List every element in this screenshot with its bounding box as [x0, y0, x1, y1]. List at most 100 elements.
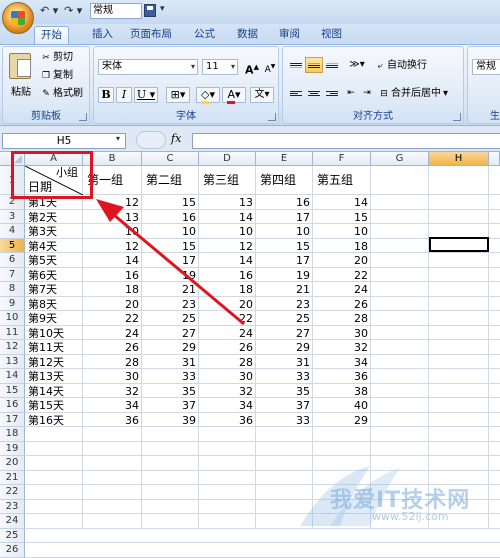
day-label-cell[interactable]: 第11天 [28, 341, 64, 354]
row-header-16[interactable]: 16 [0, 398, 25, 413]
value-cell[interactable]: 32 [313, 341, 368, 354]
day-label-cell[interactable]: 第4天 [28, 240, 57, 253]
group-header-cell[interactable]: 第三组 [203, 174, 239, 187]
value-cell[interactable]: 36 [83, 414, 139, 427]
row-header-12[interactable]: 12 [0, 340, 25, 355]
row-header-5[interactable]: 5 [0, 238, 25, 253]
quick-style-box[interactable]: 常规 [90, 3, 142, 19]
value-cell[interactable]: 10 [199, 225, 253, 238]
value-cell[interactable]: 10 [313, 225, 368, 238]
shrink-font-button[interactable]: A▼ [262, 59, 278, 75]
value-cell[interactable]: 15 [256, 240, 310, 253]
align-center-icon[interactable] [305, 85, 323, 101]
group-header-cell[interactable]: 第四组 [260, 174, 296, 187]
copy-button[interactable]: ❐ 复制 [41, 69, 73, 83]
row-header-17[interactable]: 17 [0, 412, 25, 427]
value-cell[interactable]: 12 [83, 240, 139, 253]
value-cell[interactable]: 27 [142, 327, 196, 340]
value-cell[interactable]: 15 [142, 196, 196, 209]
value-cell[interactable]: 10 [256, 225, 310, 238]
column-header-d[interactable]: D [199, 152, 256, 166]
value-cell[interactable]: 18 [83, 283, 139, 296]
day-label-cell[interactable]: 第5天 [28, 254, 57, 267]
value-cell[interactable]: 14 [313, 196, 368, 209]
day-label-cell[interactable]: 第2天 [28, 211, 57, 224]
row-header-13[interactable]: 13 [0, 354, 25, 369]
row-header-11[interactable]: 11 [0, 325, 25, 340]
day-label-cell[interactable]: 第12天 [28, 356, 64, 369]
value-cell[interactable]: 22 [313, 269, 368, 282]
value-cell[interactable]: 28 [199, 356, 253, 369]
value-cell[interactable]: 14 [199, 211, 253, 224]
day-label-cell[interactable]: 第9天 [28, 312, 57, 325]
number-format-select[interactable]: 常规 [472, 59, 500, 75]
italic-button[interactable]: I [116, 87, 132, 103]
orientation-icon[interactable]: ≫▾ [345, 57, 369, 73]
row-header-8[interactable]: 8 [0, 282, 25, 297]
value-cell[interactable]: 34 [83, 399, 139, 412]
value-cell[interactable]: 20 [199, 298, 253, 311]
value-cell[interactable]: 21 [142, 283, 196, 296]
day-label-cell[interactable]: 第15天 [28, 399, 64, 412]
value-cell[interactable]: 14 [199, 254, 253, 267]
value-cell[interactable]: 30 [83, 370, 139, 383]
value-cell[interactable]: 23 [256, 298, 310, 311]
align-left-icon[interactable] [287, 85, 305, 101]
fx-icon[interactable]: fx [171, 132, 181, 145]
value-cell[interactable]: 40 [313, 399, 368, 412]
font-color-button[interactable]: A▾ [222, 87, 246, 104]
day-label-cell[interactable]: 第3天 [28, 225, 57, 238]
borders-button[interactable]: ⊞▾ [166, 87, 190, 103]
value-cell[interactable]: 19 [142, 269, 196, 282]
value-cell[interactable]: 33 [256, 414, 310, 427]
font-launcher-icon[interactable] [268, 113, 276, 121]
chevron-down-icon[interactable]: ▾ [116, 134, 120, 143]
value-cell[interactable]: 29 [256, 341, 310, 354]
row-header-23[interactable]: 23 [0, 499, 25, 514]
day-label-cell[interactable]: 第10天 [28, 327, 64, 340]
tab-insert[interactable]: 插入 [86, 26, 119, 44]
value-cell[interactable]: 35 [256, 385, 310, 398]
value-cell[interactable]: 17 [256, 254, 310, 267]
row-header-10[interactable]: 10 [0, 311, 25, 326]
value-cell[interactable]: 18 [199, 283, 253, 296]
row-header-14[interactable]: 14 [0, 369, 25, 384]
wrap-text-button[interactable]: ⤶ 自动换行 [375, 59, 427, 73]
value-cell[interactable]: 20 [313, 254, 368, 267]
value-cell[interactable]: 21 [256, 283, 310, 296]
row-header-24[interactable]: 24 [0, 514, 25, 529]
value-cell[interactable]: 31 [142, 356, 196, 369]
value-cell[interactable]: 12 [199, 240, 253, 253]
row-header-21[interactable]: 21 [0, 470, 25, 485]
customize-quick-access-icon[interactable]: ▾ [160, 4, 165, 14]
office-button[interactable] [2, 2, 34, 34]
value-cell[interactable]: 17 [142, 254, 196, 267]
row-header-4[interactable]: 4 [0, 224, 25, 239]
column-header-g[interactable]: G [371, 152, 429, 166]
tab-data[interactable]: 数据 [231, 26, 264, 44]
grow-font-button[interactable]: A▲ [244, 59, 260, 77]
font-size-select[interactable]: 11 [202, 59, 238, 75]
value-cell[interactable]: 17 [256, 211, 310, 224]
top-align-icon[interactable] [287, 57, 305, 73]
row-header-25[interactable]: 25 [0, 528, 25, 543]
value-cell[interactable]: 28 [313, 312, 368, 325]
redo-icon[interactable]: ↷ ▾ [64, 4, 82, 17]
value-cell[interactable]: 33 [256, 370, 310, 383]
save-icon[interactable] [144, 4, 156, 17]
value-cell[interactable]: 32 [199, 385, 253, 398]
row-header-3[interactable]: 3 [0, 209, 25, 224]
row-header-6[interactable]: 6 [0, 253, 25, 268]
value-cell[interactable]: 34 [313, 356, 368, 369]
middle-align-icon[interactable] [305, 57, 323, 73]
group-header-cell[interactable]: 第五组 [317, 174, 353, 187]
value-cell[interactable]: 30 [199, 370, 253, 383]
increase-indent-icon[interactable]: ⇥ [359, 85, 375, 101]
value-cell[interactable]: 31 [256, 356, 310, 369]
value-cell[interactable]: 29 [313, 414, 368, 427]
font-name-select[interactable]: 宋体 [98, 59, 198, 75]
value-cell[interactable]: 26 [313, 298, 368, 311]
value-cell[interactable]: 23 [142, 298, 196, 311]
day-label-cell[interactable]: 第16天 [28, 414, 64, 427]
row-header-22[interactable]: 22 [0, 485, 25, 500]
